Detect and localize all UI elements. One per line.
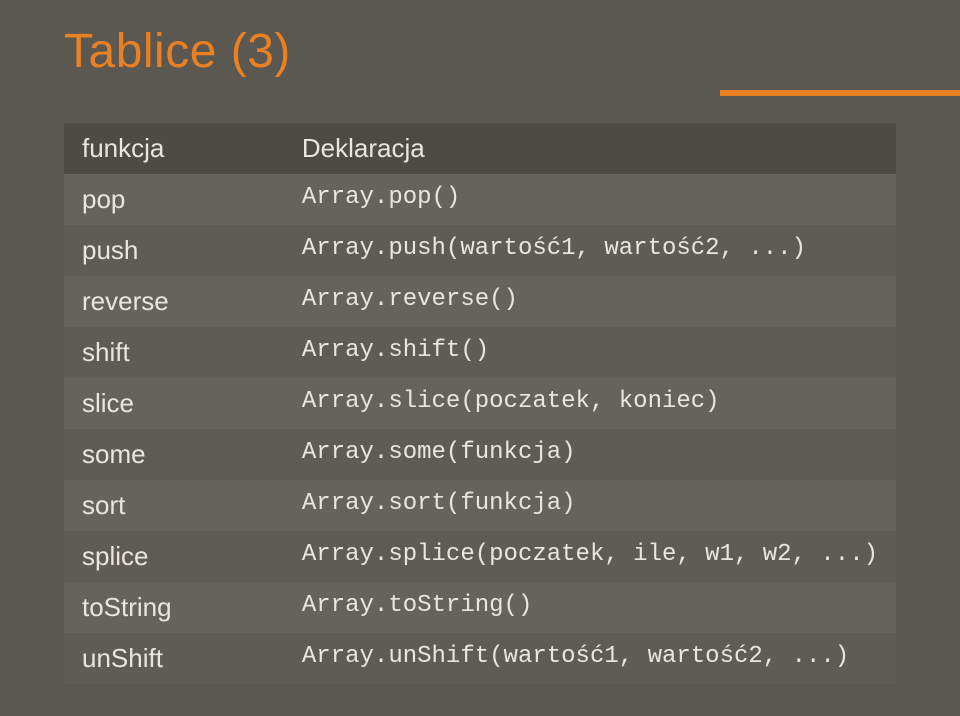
- cell-function: toString: [64, 582, 284, 633]
- methods-table: funkcja Deklaracja pop Array.pop() push …: [64, 123, 896, 684]
- table-row: push Array.push(wartość1, wartość2, ...): [64, 225, 896, 276]
- cell-declaration: Array.unShift(wartość1, wartość2, ...): [284, 633, 896, 684]
- table-row: pop Array.pop(): [64, 174, 896, 225]
- table-row: reverse Array.reverse(): [64, 276, 896, 327]
- cell-declaration: Array.splice(poczatek, ile, w1, w2, ...): [284, 531, 896, 582]
- cell-declaration: Array.slice(poczatek, koniec): [284, 378, 896, 429]
- cell-declaration: Array.reverse(): [284, 276, 896, 327]
- cell-function: slice: [64, 378, 284, 429]
- cell-function: unShift: [64, 633, 284, 684]
- col-header-declaration: Deklaracja: [284, 123, 896, 174]
- slide: Tablice (3) funkcja Deklaracja pop Array…: [0, 0, 960, 716]
- cell-declaration: Array.shift(): [284, 327, 896, 378]
- table-header-row: funkcja Deklaracja: [64, 123, 896, 174]
- cell-function: shift: [64, 327, 284, 378]
- cell-function: splice: [64, 531, 284, 582]
- table-row: splice Array.splice(poczatek, ile, w1, w…: [64, 531, 896, 582]
- table-row: slice Array.slice(poczatek, koniec): [64, 378, 896, 429]
- cell-declaration: Array.sort(funkcja): [284, 480, 896, 531]
- cell-declaration: Array.push(wartość1, wartość2, ...): [284, 225, 896, 276]
- cell-declaration: Array.pop(): [284, 174, 896, 225]
- table-row: unShift Array.unShift(wartość1, wartość2…: [64, 633, 896, 684]
- cell-function: pop: [64, 174, 284, 225]
- cell-function: some: [64, 429, 284, 480]
- col-header-function: funkcja: [64, 123, 284, 174]
- cell-declaration: Array.toString(): [284, 582, 896, 633]
- table-row: some Array.some(funkcja): [64, 429, 896, 480]
- cell-function: reverse: [64, 276, 284, 327]
- table-row: shift Array.shift(): [64, 327, 896, 378]
- accent-bar: [720, 90, 960, 96]
- cell-declaration: Array.some(funkcja): [284, 429, 896, 480]
- cell-function: sort: [64, 480, 284, 531]
- table-row: toString Array.toString(): [64, 582, 896, 633]
- cell-function: push: [64, 225, 284, 276]
- slide-title: Tablice (3): [64, 24, 896, 79]
- table-row: sort Array.sort(funkcja): [64, 480, 896, 531]
